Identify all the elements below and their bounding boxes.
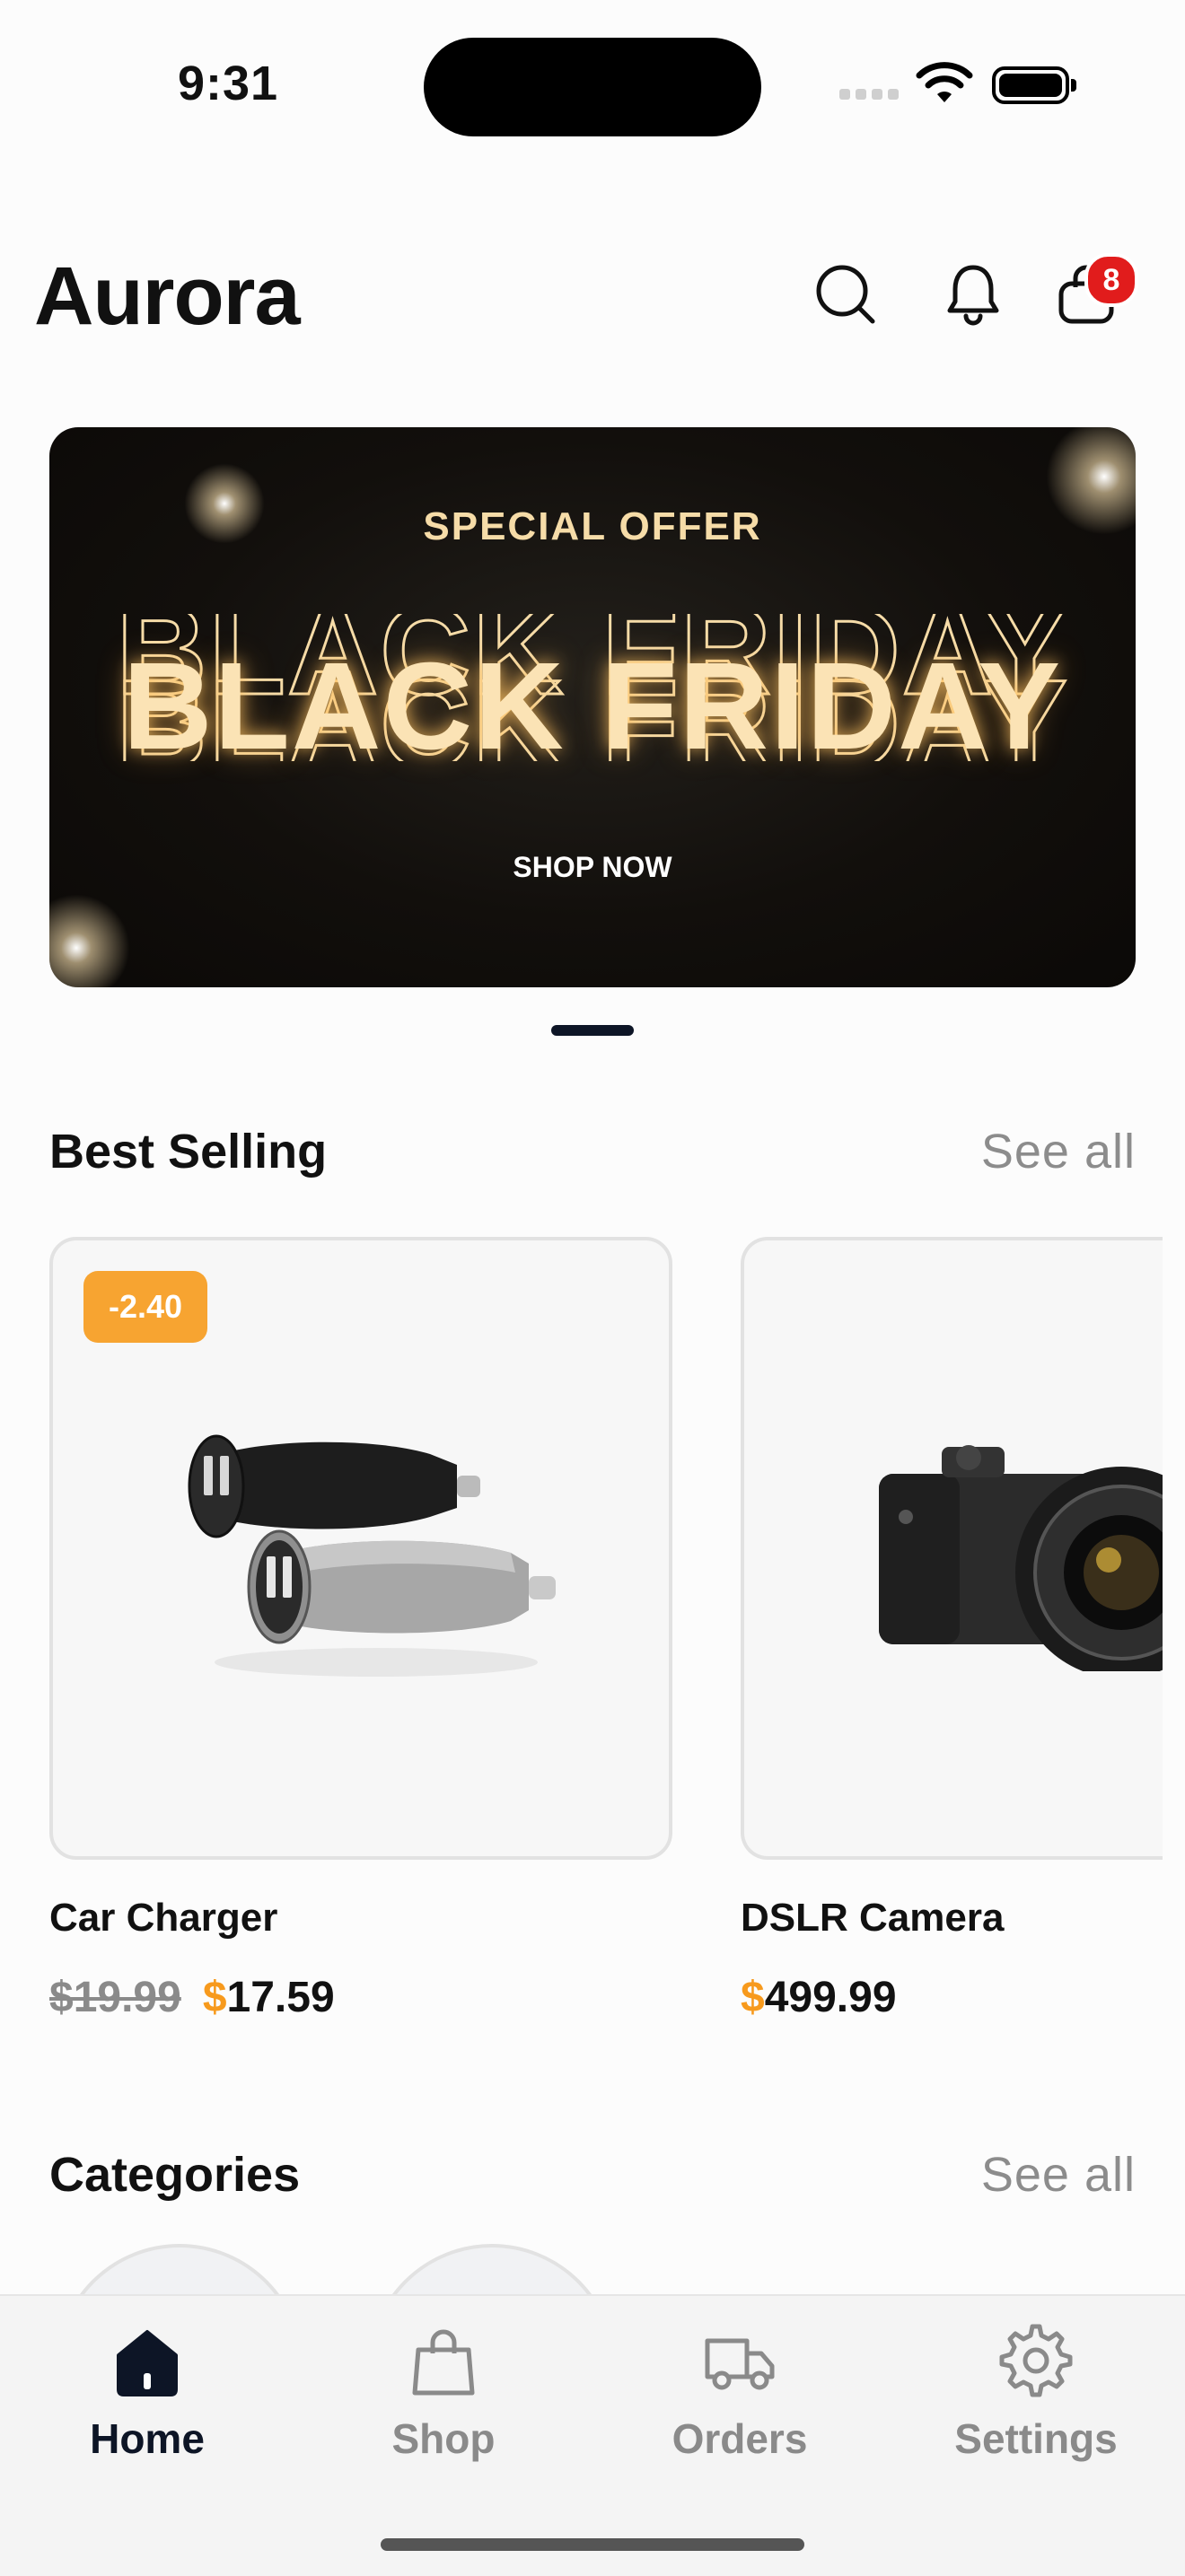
best-selling-title: Best Selling [49, 1125, 328, 1178]
wifi-icon [916, 62, 973, 102]
tab-settings[interactable]: Settings [928, 2323, 1144, 2463]
product-name[interactable]: DSLR Camera [741, 1896, 1004, 1941]
status-bar: 9:31 [0, 0, 1185, 171]
sparkle-decoration [49, 894, 130, 987]
sale-price: 17.59 [226, 1974, 335, 2021]
tab-label: Home [90, 2415, 205, 2462]
tab-label: Shop [391, 2415, 496, 2462]
product-card-car-charger[interactable]: -2.40 [49, 1237, 672, 1860]
battery-icon [992, 66, 1076, 104]
home-indicator [381, 2538, 804, 2551]
discount-badge: -2.40 [83, 1271, 208, 1343]
product-card-dslr-camera[interactable] [741, 1237, 1163, 1860]
carousel-indicator [551, 1025, 634, 1036]
tab-home[interactable]: Home [40, 2323, 255, 2463]
categories-see-all-link[interactable]: See all [981, 2147, 1136, 2203]
best-selling-see-all-link[interactable]: See all [981, 1124, 1136, 1179]
shopping-bag-icon [412, 2329, 475, 2396]
signal-icon [839, 88, 904, 104]
currency-symbol: $ [741, 1974, 765, 2021]
tab-orders[interactable]: Orders [632, 2323, 847, 2463]
cart-count-badge: 8 [1084, 253, 1138, 307]
search-icon[interactable] [812, 260, 880, 329]
status-time: 9:31 [178, 57, 279, 110]
truck-icon [705, 2338, 775, 2390]
tab-label: Settings [954, 2415, 1118, 2462]
banner-headline: BLACK FRIDAY [122, 637, 1063, 775]
tab-label: Orders [672, 2415, 808, 2462]
gear-icon [999, 2324, 1073, 2397]
dynamic-island [424, 38, 761, 136]
promo-banner[interactable]: SPECIAL OFFER BLACK FRIDAY BLACK FRIDAY … [49, 427, 1136, 987]
product-price: $499.99 [741, 1973, 897, 2022]
bottom-tab-bar: Home Shop Orders Settings [0, 2294, 1185, 2576]
bell-icon[interactable] [939, 260, 1007, 329]
shop-now-button[interactable]: SHOP NOW [49, 851, 1136, 884]
categories-title: Categories [49, 2148, 301, 2202]
original-price: $19.99 [49, 1974, 181, 2021]
tab-shop[interactable]: Shop [336, 2323, 551, 2463]
app-title: Aurora [34, 250, 301, 342]
currency-symbol: $ [202, 1974, 227, 2021]
product-name[interactable]: Car Charger [49, 1896, 277, 1941]
sale-price: 499.99 [764, 1974, 897, 2021]
dslr-camera-image [879, 1445, 1163, 1671]
car-charger-image [188, 1434, 556, 1677]
banner-eyebrow: SPECIAL OFFER [423, 504, 762, 548]
product-price: $19.99 $17.59 [49, 1973, 335, 2022]
home-icon [117, 2330, 178, 2396]
